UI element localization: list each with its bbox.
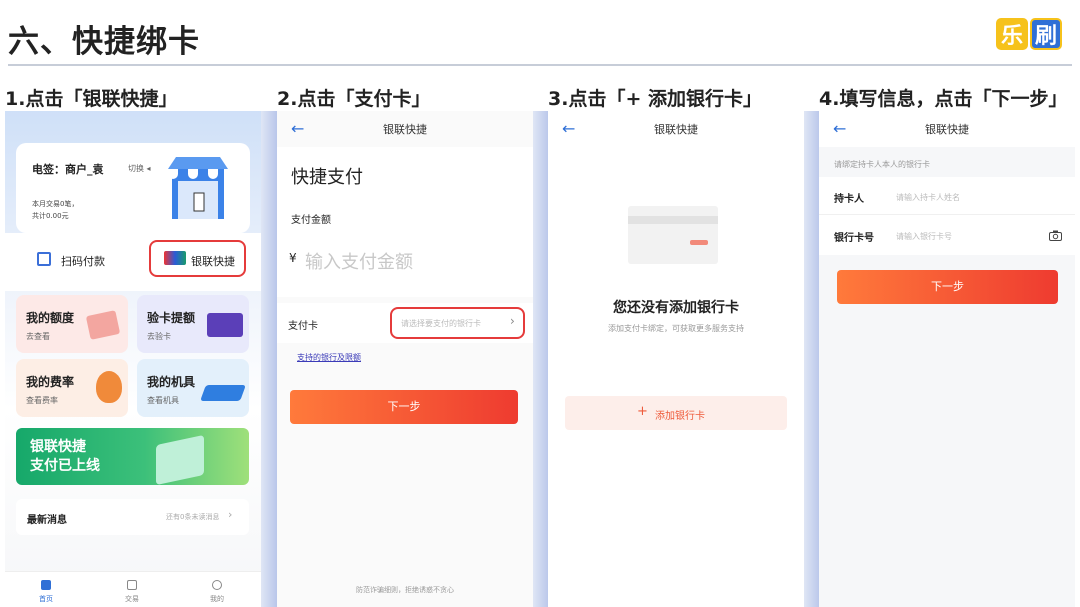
holder-row: 持卡人 请输入持卡人姓名 (819, 177, 1075, 215)
card-number-label: 银行卡号 (834, 233, 874, 244)
promo-banner[interactable]: 银联快捷 支付已上线 (16, 428, 249, 486)
step-2-label: 2.点击「支付卡」 (277, 88, 431, 110)
money-icon (85, 310, 121, 340)
pos-device-icon (200, 385, 246, 401)
panel-divider (533, 111, 549, 607)
nav-title: 银联快捷 (654, 123, 698, 136)
nav-title: 银联快捷 (925, 123, 969, 136)
step-1-label: 1.点击「银联快捷」 (5, 88, 178, 110)
page-title: 六、快捷绑卡 (8, 24, 200, 60)
title-divider (8, 64, 1072, 66)
footer-note: 防范诈骗细则，拒绝诱惑不贪心 (356, 586, 454, 594)
supported-banks-link[interactable]: 支持的银行及限额 (297, 352, 361, 363)
news-title: 最新消息 (27, 515, 67, 526)
tab-trade[interactable]: 交易 (125, 594, 139, 604)
tab-home[interactable]: 首页 (39, 594, 53, 604)
scan-icon (37, 252, 51, 266)
logo-char-1: 乐 (996, 18, 1028, 50)
merchant-card: 电签：商户_袁 切换 ◂ 本月交易0笔， 共计0.00元 (16, 143, 250, 233)
step-3-label: 3.点击「+ 添加银行卡」 (548, 88, 762, 110)
currency-symbol: ¥ (289, 251, 297, 265)
amount-label: 支付金额 (291, 215, 331, 226)
highlight-box (390, 307, 525, 339)
quick-pay-heading: 快捷支付 (291, 167, 363, 188)
logo-char-2: 刷 (1030, 18, 1062, 50)
card-number-row: 银行卡号 请输入银行卡号 (819, 215, 1075, 255)
tab-mine[interactable]: 我的 (210, 594, 224, 604)
empty-subtitle: 添加支付卡绑定，可获取更多服务支持 (608, 324, 744, 333)
bind-notice: 请绑定持卡人本人的银行卡 (834, 160, 930, 169)
panel-divider (804, 111, 820, 607)
tab-bar: 首页 交易 我的 (5, 571, 261, 607)
add-card-button[interactable]: + 添加银行卡 (565, 396, 787, 430)
monthly-total: 共计0.00元 (32, 212, 69, 220)
quick-actions: 扫码付款 银联快捷 (5, 233, 261, 291)
bank-card-icon (207, 313, 243, 337)
next-button[interactable]: 下一步 (837, 270, 1058, 304)
nav-title: 银联快捷 (383, 123, 427, 136)
empty-title: 您还没有添加银行卡 (613, 300, 739, 316)
merchant-name: 电签：商户_袁 (32, 163, 104, 176)
plus-icon: + (637, 404, 648, 419)
money-bag-icon (96, 371, 122, 403)
screen-home: 电签：商户_袁 切换 ◂ 本月交易0笔， 共计0.00元 扫码付款 银联快捷 我… (5, 111, 261, 607)
switch-link[interactable]: 切换 ◂ (128, 163, 151, 174)
tile-verify-card[interactable]: 验卡提额 去验卡 (137, 295, 249, 353)
screen-card-info: ← 银联快捷 请绑定持卡人本人的银行卡 持卡人 请输入持卡人姓名 银行卡号 请输… (819, 111, 1075, 607)
add-card-label: 添加银行卡 (655, 411, 705, 422)
chevron-right-icon: › (228, 508, 233, 521)
banner-building-icon (156, 434, 204, 486)
tile-my-limit[interactable]: 我的额度 去查看 (16, 295, 128, 353)
home-icon (41, 580, 51, 590)
screen-quick-pay: ← 银联快捷 快捷支付 支付金额 ¥ 输入支付金额 支付卡 请选择要支付的银行卡… (277, 111, 533, 607)
panel-divider (261, 111, 277, 607)
news-more: 还有0条未读消息 (166, 513, 220, 521)
card-label: 支付卡 (288, 321, 318, 332)
monthly-trans: 本月交易0笔， (32, 200, 79, 208)
step-4-label: 4.填写信息，点击「下一步」 (819, 88, 1068, 110)
camera-icon[interactable] (1049, 230, 1062, 241)
scan-pay-button[interactable]: 扫码付款 (61, 253, 105, 269)
card-number-input[interactable]: 请输入银行卡号 (896, 231, 952, 242)
holder-label: 持卡人 (834, 194, 864, 205)
tile-my-device[interactable]: 我的机具 查看机具 (137, 359, 249, 417)
profile-icon (212, 580, 222, 590)
news-row[interactable]: 最新消息 还有0条未读消息 › (16, 499, 249, 535)
store-icon (168, 157, 228, 219)
highlight-box (149, 240, 246, 277)
empty-card-icon (628, 206, 718, 264)
screen-add-card: ← 银联快捷 您还没有添加银行卡 添加支付卡绑定，可获取更多服务支持 + 添加银… (548, 111, 804, 607)
holder-input[interactable]: 请输入持卡人姓名 (896, 192, 960, 203)
trade-icon (127, 580, 137, 590)
tile-my-rate[interactable]: 我的费率 查看费率 (16, 359, 128, 417)
amount-input[interactable]: 输入支付金额 (305, 248, 413, 274)
lesuo-logo: 乐 刷 (996, 18, 1062, 50)
next-button[interactable]: 下一步 (290, 390, 518, 424)
